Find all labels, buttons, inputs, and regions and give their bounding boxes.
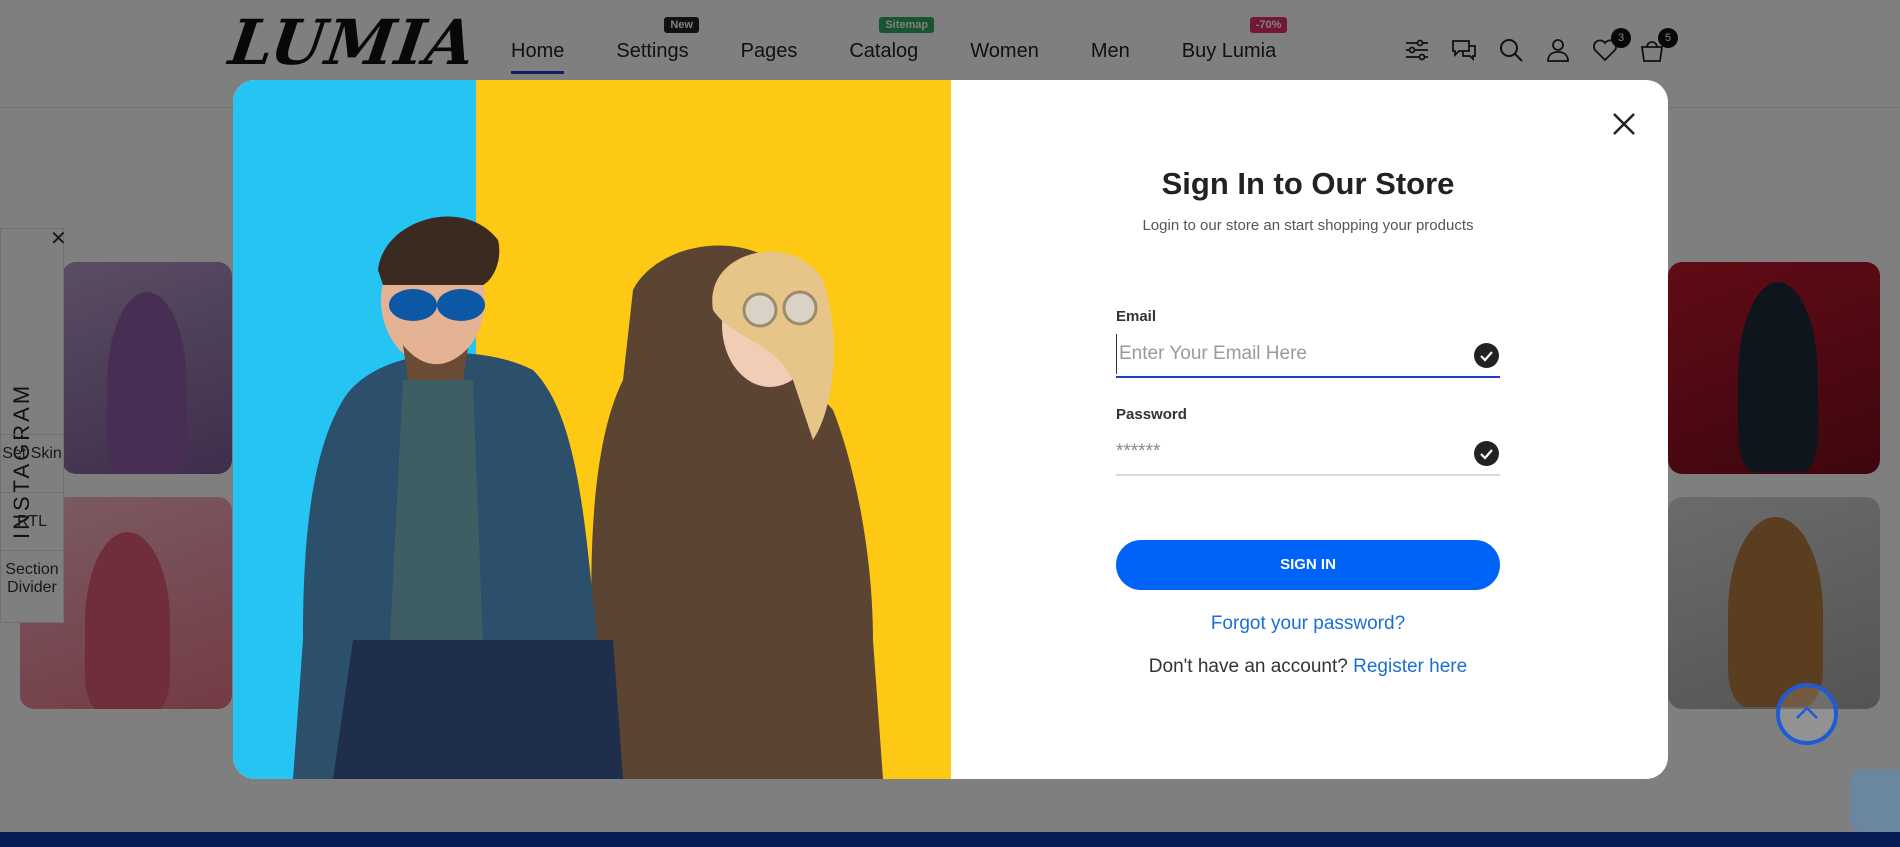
signin-modal: Sign In to Our Store Login to our store … (233, 80, 1668, 779)
scroll-to-top-button[interactable] (1776, 683, 1838, 745)
modal-title: Sign In to Our Store (1161, 166, 1455, 201)
chat-widget-icon[interactable] (1850, 770, 1900, 832)
email-field[interactable] (1116, 334, 1456, 374)
no-account-text: Don't have an account? (1148, 656, 1348, 677)
models-illustration (293, 216, 883, 779)
email-field-wrap (1116, 334, 1500, 378)
register-link[interactable]: Register here (1353, 656, 1467, 677)
forgot-password-link[interactable]: Forgot your password? (1116, 613, 1500, 635)
email-label: Email (1116, 308, 1157, 325)
register-line: Don't have an account? Register here (1116, 656, 1500, 678)
password-field[interactable] (1116, 432, 1456, 472)
password-label: Password (1116, 406, 1187, 423)
hero-image (233, 80, 951, 779)
check-icon (1474, 343, 1499, 368)
password-field-wrap (1116, 432, 1500, 476)
check-icon (1474, 441, 1499, 466)
modal-subtitle: Login to our store an start shopping you… (1142, 217, 1474, 234)
close-icon[interactable] (1608, 108, 1640, 140)
signin-button[interactable]: SIGN IN (1116, 540, 1500, 590)
chevron-up-icon (1796, 706, 1818, 719)
